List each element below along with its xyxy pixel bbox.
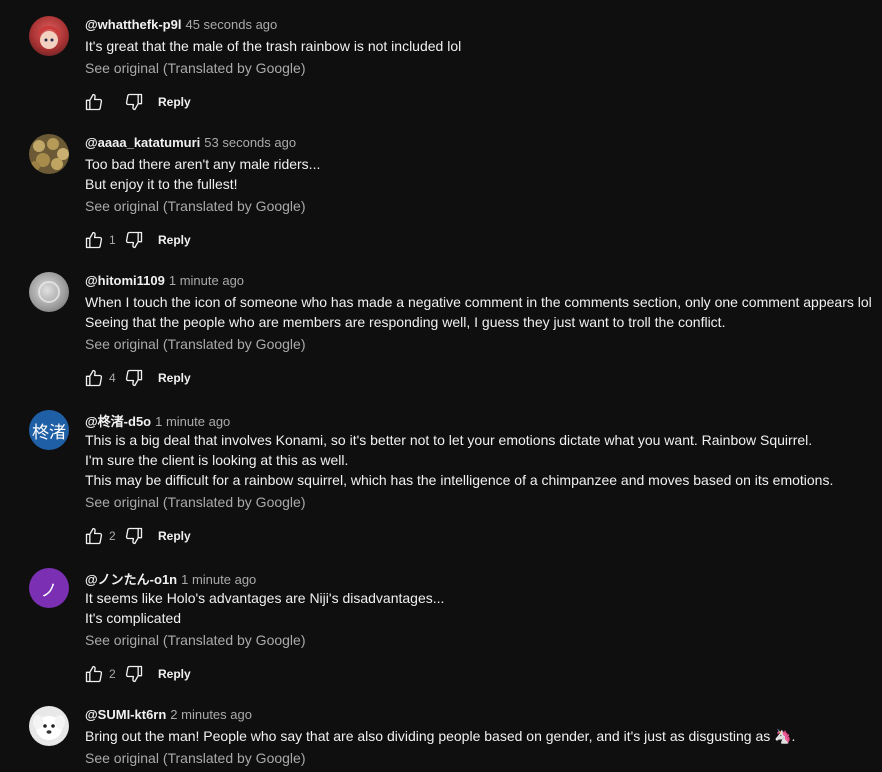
- avatar-image: [38, 281, 60, 303]
- dislike-button[interactable]: [123, 525, 145, 547]
- comment-actions: 2 Reply: [83, 524, 191, 548]
- thumbs-down-icon: [125, 231, 143, 249]
- comment-text: It's great that the male of the trash ra…: [85, 36, 461, 78]
- avatar-letter: 柊渚: [32, 422, 66, 442]
- like-button[interactable]: [83, 91, 105, 113]
- see-original-link[interactable]: See original (Translated by Google): [85, 334, 872, 354]
- comment-line: When I touch the icon of someone who has…: [85, 294, 872, 310]
- dislike-button[interactable]: [123, 663, 145, 685]
- comment-text: When I touch the icon of someone who has…: [85, 292, 872, 354]
- reply-button[interactable]: Reply: [158, 95, 191, 109]
- avatar[interactable]: [29, 16, 69, 56]
- dislike-button[interactable]: [123, 91, 145, 113]
- author-name[interactable]: @hitomi1109: [85, 273, 165, 288]
- thumbs-up-icon: [85, 369, 103, 387]
- comment-line: This may be difficult for a rainbow squi…: [85, 472, 834, 488]
- comment-actions: 1 Reply: [83, 228, 191, 252]
- see-original-link[interactable]: See original (Translated by Google): [85, 492, 833, 512]
- timestamp[interactable]: 45 seconds ago: [185, 17, 277, 32]
- thumbs-down-icon: [125, 665, 143, 683]
- comment-line: This is a big deal that involves Konami,…: [85, 432, 813, 448]
- thumbs-up-icon: [85, 527, 103, 545]
- like-button[interactable]: [83, 525, 105, 547]
- comment-header: @柊渚-d5o 1 minute ago: [85, 411, 230, 430]
- avatar-image: [37, 26, 61, 49]
- comment-text: Bring out the man! People who say that a…: [85, 726, 795, 768]
- comment-line: I'm sure the client is looking at this a…: [85, 452, 349, 468]
- see-original-link[interactable]: See original (Translated by Google): [85, 630, 444, 650]
- reply-button[interactable]: Reply: [158, 529, 191, 543]
- comment-line: It seems like Holo's advantages are Niji…: [85, 590, 445, 606]
- timestamp[interactable]: 1 minute ago: [169, 273, 244, 288]
- dislike-button[interactable]: [123, 229, 145, 251]
- comment-header: @SUMI-kt6rn 2 minutes ago: [85, 707, 252, 722]
- author-name[interactable]: @柊渚-d5o: [85, 414, 151, 429]
- like-button[interactable]: [83, 663, 105, 685]
- avatar[interactable]: [29, 706, 69, 746]
- timestamp[interactable]: 2 minutes ago: [170, 707, 252, 722]
- author-name[interactable]: @SUMI-kt6rn: [85, 707, 166, 722]
- avatar-letter: ノ: [40, 580, 58, 600]
- like-count: 2: [109, 529, 116, 543]
- comment-line: Bring out the man! People who say that a…: [85, 728, 796, 744]
- comment-header: @hitomi1109 1 minute ago: [85, 273, 244, 288]
- comment-header: @whatthefk-p9l 45 seconds ago: [85, 17, 277, 32]
- comment-text: It seems like Holo's advantages are Niji…: [85, 588, 444, 650]
- comment-line: Too bad there aren't any male riders...: [85, 156, 321, 172]
- avatar-image: [33, 715, 65, 740]
- see-original-link[interactable]: See original (Translated by Google): [85, 748, 795, 768]
- thumbs-down-icon: [125, 369, 143, 387]
- avatar-image: [30, 138, 69, 171]
- avatar[interactable]: [29, 134, 69, 174]
- comment-header: @ノンたん-o1n 1 minute ago: [85, 569, 256, 588]
- thumbs-down-icon: [125, 93, 143, 111]
- comment-text: Too bad there aren't any male riders... …: [85, 154, 320, 216]
- like-button[interactable]: [83, 229, 105, 251]
- comment-line: It's great that the male of the trash ra…: [85, 38, 462, 54]
- thumbs-up-icon: [85, 231, 103, 249]
- author-name[interactable]: @whatthefk-p9l: [85, 17, 181, 32]
- comment-actions: Reply: [83, 90, 191, 114]
- author-name[interactable]: @aaaa_katatumuri: [85, 135, 200, 150]
- like-count: 4: [109, 371, 116, 385]
- author-name[interactable]: @ノンたん-o1n: [85, 572, 177, 587]
- like-count: 2: [109, 667, 116, 681]
- thumbs-up-icon: [85, 93, 103, 111]
- comment-header: @aaaa_katatumuri 53 seconds ago: [85, 135, 296, 150]
- like-count: 1: [109, 233, 116, 247]
- timestamp[interactable]: 1 minute ago: [181, 572, 256, 587]
- avatar[interactable]: 柊渚: [29, 410, 69, 450]
- see-original-link[interactable]: See original (Translated by Google): [85, 196, 320, 216]
- avatar[interactable]: ノ: [29, 568, 69, 608]
- timestamp[interactable]: 53 seconds ago: [204, 135, 296, 150]
- reply-button[interactable]: Reply: [158, 667, 191, 681]
- thumbs-up-icon: [85, 665, 103, 683]
- comment-actions: 2 Reply: [83, 662, 191, 686]
- dislike-button[interactable]: [123, 367, 145, 389]
- thumbs-down-icon: [125, 527, 143, 545]
- timestamp[interactable]: 1 minute ago: [155, 414, 230, 429]
- reply-button[interactable]: Reply: [158, 233, 191, 247]
- reply-button[interactable]: Reply: [158, 371, 191, 385]
- like-button[interactable]: [83, 367, 105, 389]
- comment-text: This is a big deal that involves Konami,…: [85, 430, 833, 512]
- comment-line: It's complicated: [85, 610, 182, 626]
- comment-line: But enjoy it to the fullest!: [85, 176, 238, 192]
- avatar[interactable]: [29, 272, 69, 312]
- see-original-link[interactable]: See original (Translated by Google): [85, 58, 461, 78]
- comment-actions: 4 Reply: [83, 366, 191, 390]
- comment-line: Seeing that the people who are members a…: [85, 314, 726, 330]
